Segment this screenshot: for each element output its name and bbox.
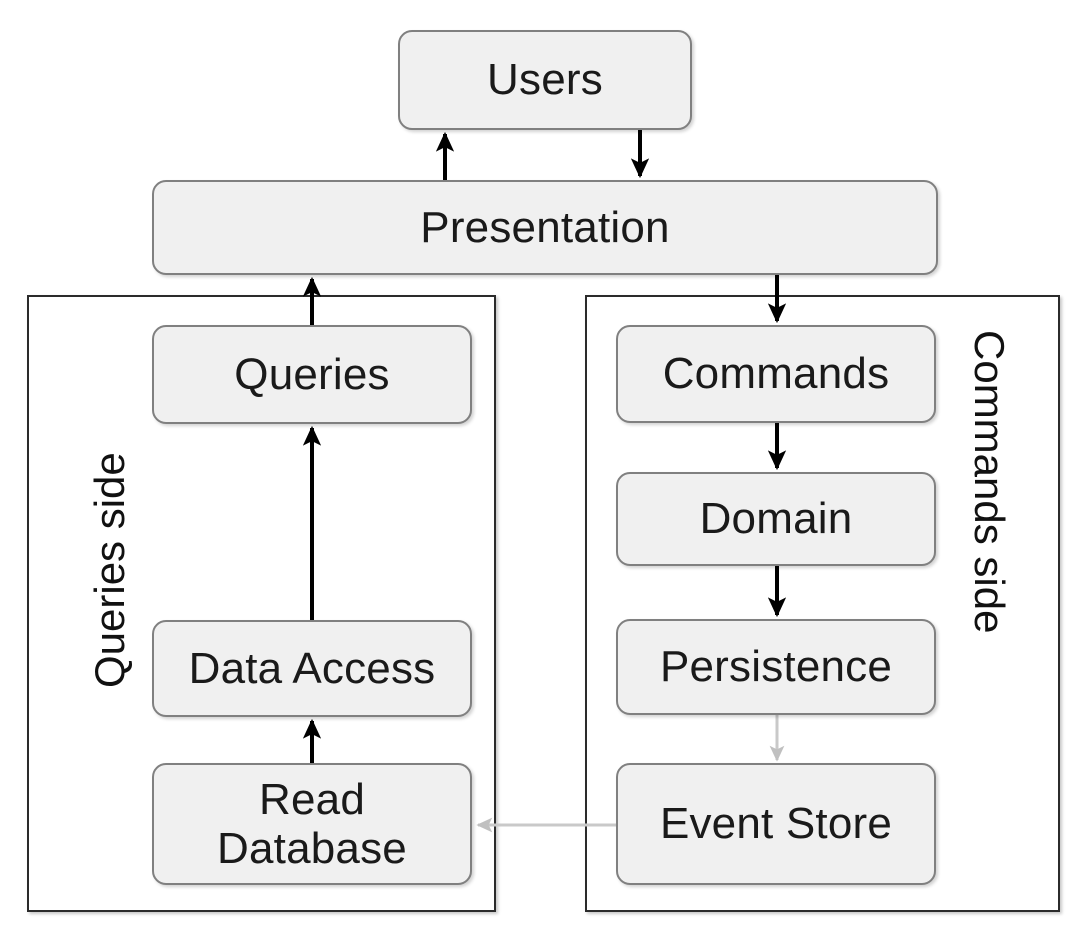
- node-domain[interactable]: Domain: [616, 472, 936, 566]
- node-persistence[interactable]: Persistence: [616, 619, 936, 715]
- node-commands[interactable]: Commands: [616, 325, 936, 423]
- node-users[interactable]: Users: [398, 30, 692, 130]
- node-label-data-access: Data Access: [188, 643, 436, 693]
- node-queries[interactable]: Queries: [152, 325, 472, 424]
- node-presentation[interactable]: Presentation: [152, 180, 938, 275]
- panel-label-commands-side: Commands side: [966, 330, 1013, 634]
- node-label-queries: Queries: [234, 349, 390, 399]
- node-label-presentation: Presentation: [420, 202, 670, 252]
- panel-label-queries-side: Queries side: [86, 452, 133, 688]
- node-data-access[interactable]: Data Access: [152, 620, 472, 717]
- node-label-event-store: Event Store: [659, 799, 893, 849]
- diagram-canvas: Queries side Commands side Users Present…: [0, 0, 1080, 925]
- node-label-persistence: Persistence: [659, 642, 893, 692]
- node-label-domain: Domain: [699, 494, 853, 544]
- node-event-store[interactable]: Event Store: [616, 763, 936, 885]
- node-label-read-database: Read Database: [217, 774, 407, 873]
- node-label-users: Users: [487, 55, 603, 105]
- node-label-commands: Commands: [662, 349, 890, 399]
- node-read-database[interactable]: Read Database: [152, 763, 472, 885]
